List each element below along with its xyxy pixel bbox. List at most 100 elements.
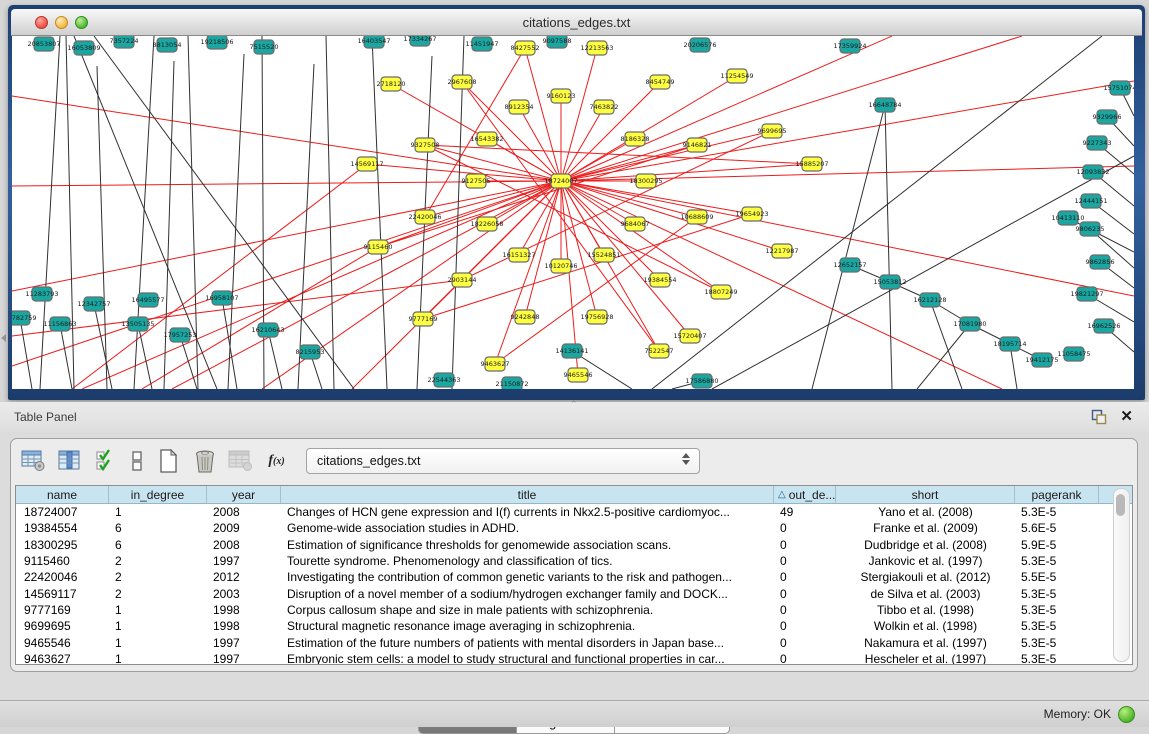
table-cell: 1998 (207, 603, 281, 617)
column-header-in-degree[interactable]: in_degree (109, 486, 207, 503)
close-panel-icon[interactable]: ✕ (1120, 407, 1133, 425)
column-header-out-degree[interactable]: △out_de... (774, 486, 836, 503)
table-row[interactable]: 969969511998Structural magnetic resonanc… (16, 618, 1132, 634)
table-vertical-scrollbar[interactable] (1113, 488, 1130, 662)
table-cell: 5.3E-5 (1015, 652, 1099, 665)
scrollbar-thumb[interactable] (1116, 494, 1125, 516)
graph-node-label: 16543382 (470, 135, 503, 143)
graph-node-label: 9699695 (758, 127, 787, 135)
graph-node-label: 9127505 (462, 177, 491, 185)
panel-collapse-handle[interactable] (1, 334, 6, 342)
graph-node-label: 18226058 (470, 220, 503, 228)
graph-node-label: 21150872 (495, 380, 528, 388)
table-cell: 1 (109, 619, 207, 633)
graph-node-label: 9160123 (547, 92, 576, 100)
table-row[interactable]: 946362711997Embryonic stem cells: a mode… (16, 651, 1132, 665)
network-table-select[interactable]: citations_edges.txt (306, 448, 700, 474)
minimize-window-button[interactable] (55, 16, 68, 29)
table-row[interactable]: 1938455462009Genome-wide association stu… (16, 520, 1132, 536)
table-cell: Franke et al. (2009) (836, 521, 1015, 535)
select-columns-button[interactable] (92, 448, 119, 475)
import-table-button[interactable] (227, 448, 254, 475)
graph-edge (525, 48, 561, 181)
table-cell: 1997 (207, 636, 281, 650)
graph-edge (378, 181, 561, 247)
graph-node-label: 10688609 (680, 213, 713, 221)
column-header-year[interactable]: year (207, 486, 281, 503)
graph-node-label: 16403547 (357, 37, 390, 45)
graph-node-label: 7522547 (645, 347, 674, 355)
function-builder-button[interactable]: f(x) (263, 448, 290, 475)
new-table-button[interactable] (155, 448, 182, 475)
graph-node-label: 8427552 (511, 44, 540, 52)
graph-node-label: 17359924 (833, 42, 866, 50)
delete-table-button[interactable] (191, 448, 218, 475)
table-cell: 5.3E-5 (1015, 603, 1099, 617)
graph-edge (561, 181, 597, 317)
table-row[interactable]: 1872400712008Changes of HCN gene express… (16, 504, 1132, 520)
graph-node-label: 15885207 (795, 160, 828, 168)
graph-edge (561, 48, 597, 181)
graph-edge (134, 36, 154, 389)
table-row[interactable]: 2242004622012Investigating the contribut… (16, 569, 1132, 585)
table-row[interactable]: 1456911722003Disruption of a novel membe… (16, 585, 1132, 601)
table-cell: 1 (109, 636, 207, 650)
graph-node-label: 12652157 (833, 261, 866, 269)
table-cell: 0 (774, 570, 836, 584)
column-header-name[interactable]: name (16, 486, 109, 503)
table-cell: 1997 (207, 652, 281, 665)
graph-edge (525, 181, 561, 317)
column-header-short[interactable]: short (836, 486, 1015, 503)
graph-edge (917, 324, 970, 389)
graph-edge (561, 181, 721, 292)
graph-node-label: 17334267 (403, 36, 436, 43)
table-row[interactable]: 1830029562008Estimation of significance … (16, 537, 1132, 553)
network-canvas[interactable]: 1872400718300295968406715524851101207461… (12, 36, 1134, 389)
graph-node-label: 16782759 (12, 314, 37, 322)
table-settings-button[interactable] (20, 448, 47, 475)
graph-node-label: 18300295 (629, 177, 662, 185)
float-panel-icon[interactable] (1091, 409, 1107, 425)
graph-node-label: 19821297 (1070, 290, 1103, 298)
graph-edge (423, 214, 752, 319)
table-toolbar: f(x) citations_edges.txt (11, 439, 1137, 483)
graph-node-label: 12217987 (765, 247, 798, 255)
application-window: citations_edges.txt 18724007 18300295 9684… (0, 0, 1149, 727)
table-row[interactable]: 977716911998Corpus callosum shape and si… (16, 602, 1132, 618)
graph-node-label: 9684067 (621, 220, 650, 228)
network-window-titlebar[interactable]: citations_edges.txt (11, 9, 1142, 36)
select-stepper-icon (682, 453, 690, 465)
table-row[interactable]: 911546021997Tourette syndrome. Phenomeno… (16, 553, 1132, 569)
close-window-button[interactable] (35, 16, 48, 29)
citation-network-graph[interactable]: 1872400718300295968406715524851101207461… (12, 36, 1134, 389)
graph-node-label: 9463627 (481, 360, 510, 368)
table-cell: 1 (109, 652, 207, 665)
graph-node-label: 18724007 (544, 177, 577, 185)
zoom-window-button[interactable] (75, 16, 88, 29)
graph-edge (60, 324, 72, 389)
graph-node-label: 16053809 (67, 44, 100, 52)
graph-node-label: 9097588 (543, 37, 572, 45)
graph-node-label: 14569117 (350, 160, 383, 168)
node-table: name in_degree year title △out_de... sho… (15, 485, 1133, 665)
graph-edge (94, 304, 112, 389)
show-columns-button[interactable] (56, 448, 83, 475)
graph-edge (20, 318, 32, 389)
table-header-row: name in_degree year title △out_de... sho… (16, 486, 1132, 504)
splitter-grip-icon[interactable]: ⌃ (570, 399, 578, 410)
memory-ok-indicator-icon[interactable] (1118, 706, 1135, 723)
table-cell: 9777169 (16, 603, 109, 617)
graph-node-label: 11451947 (465, 40, 498, 48)
table-cell: 18724007 (16, 505, 109, 519)
column-header-pagerank[interactable]: pagerank (1015, 486, 1099, 503)
row-height-button[interactable] (128, 448, 146, 475)
table-row[interactable]: 946554611997Estimation of the future num… (16, 634, 1132, 650)
graph-node-label: 8186328 (621, 135, 650, 143)
graph-node-label: 12444151 (1074, 197, 1107, 205)
graph-node-label: 11058475 (1057, 350, 1090, 358)
table-cell: 2 (109, 570, 207, 584)
graph-node-label: 20206576 (683, 41, 716, 49)
column-header-title[interactable]: title (281, 486, 774, 503)
table-cell: Tibbo et al. (1998) (836, 603, 1015, 617)
table-cell: Investigating the contribution of common… (281, 570, 774, 584)
